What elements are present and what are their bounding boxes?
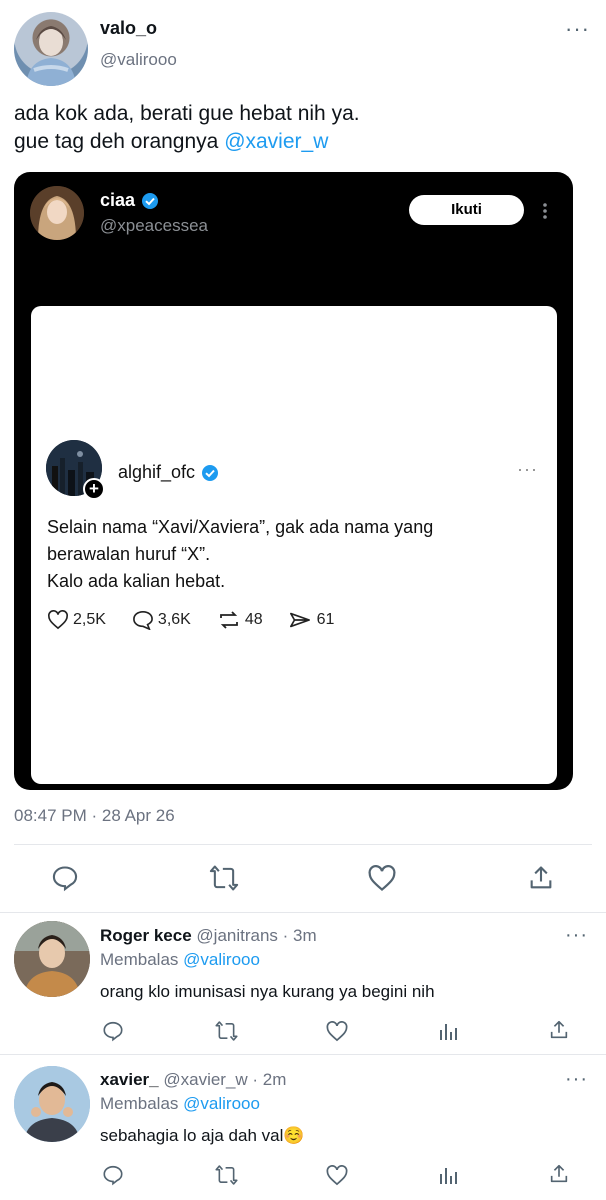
reply-share-icon[interactable] — [548, 1019, 570, 1041]
inner-text-line3: Kalo ada kalian hebat. — [47, 571, 226, 591]
reply-text-content: sebahagia lo aja dah val — [100, 1126, 284, 1145]
reply-retweet-icon[interactable] — [214, 1164, 239, 1186]
divider — [14, 844, 592, 845]
reply-retweet-icon[interactable] — [214, 1020, 239, 1042]
author-avatar[interactable] — [14, 12, 88, 86]
like-icon[interactable] — [367, 865, 397, 892]
divider — [0, 912, 606, 913]
embedded-handle: @xpeacessea — [100, 216, 208, 235]
inner-verified-icon — [201, 464, 219, 482]
inner-more-icon: ··· — [517, 459, 538, 479]
replying-to-link[interactable]: @valirooo — [183, 1094, 260, 1113]
replying-to: Membalas @valirooo — [100, 1094, 260, 1114]
reply-handle-time[interactable]: @xavier_w · 2m — [163, 1070, 286, 1089]
mention-link[interactable]: @xavier_w — [224, 130, 328, 153]
inner-actions: 2,5K 3,6K 48 61 — [47, 610, 334, 630]
inner-share-icon — [289, 610, 311, 630]
inner-text-line2: berawalan huruf “X”. — [47, 544, 211, 564]
reply-text: orang klo imunisasi nya kurang ya begini… — [100, 982, 435, 1001]
divider — [0, 1054, 606, 1055]
inner-username: alghif_ofc — [118, 462, 196, 482]
inner-comment-count: 3,6K — [157, 611, 191, 628]
reply-text: sebahagia lo aja dah val☺️ — [100, 1126, 305, 1146]
replying-to: Membalas @valirooo — [100, 950, 260, 970]
inner-repost-count: 48 — [244, 611, 263, 628]
tweet-text-line2: gue tag deh orangnya @xavier_w — [14, 128, 594, 156]
more-options-icon[interactable]: ··· — [565, 18, 590, 40]
tweet-text-line2-prefix: gue tag deh orangnya — [14, 130, 225, 153]
share-icon[interactable] — [527, 864, 555, 892]
reply-avatar[interactable] — [14, 1066, 90, 1142]
reply-like-icon[interactable] — [325, 1165, 349, 1186]
tweet-text-line1: ada kok ada, berati gue hebat nih ya. — [14, 102, 360, 125]
follow-button: Ikuti — [409, 195, 524, 225]
reply-reply-icon[interactable] — [102, 1164, 124, 1186]
tweet-text: ada kok ada, berati gue hebat nih ya. gu… — [14, 100, 594, 156]
inner-post-card: + alghif_ofc ··· Selain nama “Xavi/Xavie… — [31, 306, 557, 784]
inner-like-icon — [47, 610, 69, 630]
inner-text-line1: Selain nama “Xavi/Xaviera”, gak ada nama… — [47, 517, 434, 537]
reply-like-icon[interactable] — [325, 1021, 349, 1042]
replying-to-prefix: Membalas — [100, 950, 184, 969]
embedded-display-name: ciaa — [100, 190, 159, 211]
embedded-more-icon — [542, 202, 548, 225]
inner-repost-icon — [217, 610, 241, 630]
reply-handle-time[interactable]: @janitrans · 3m — [196, 926, 316, 945]
smiling-face-emoji: ☺️ — [283, 1126, 305, 1145]
reply-reply-icon[interactable] — [102, 1020, 124, 1042]
author-handle[interactable]: @valirooo — [100, 50, 177, 70]
embedded-media[interactable]: ciaa @xpeacessea Ikuti + alghif_ofc ··· … — [14, 172, 573, 790]
reply-analytics-icon[interactable] — [437, 1020, 459, 1042]
inner-add-icon: + — [83, 478, 105, 500]
reply-analytics-icon[interactable] — [437, 1164, 459, 1186]
inner-like-count: 2,5K — [73, 611, 106, 628]
replying-to-prefix: Membalas — [100, 1094, 184, 1113]
inner-comment-icon — [132, 610, 154, 630]
embedded-avatar — [30, 186, 84, 240]
embedded-name-text: ciaa — [100, 190, 136, 210]
reply-display-name[interactable]: Roger kece — [100, 926, 192, 945]
retweet-icon[interactable] — [208, 864, 240, 892]
reply-more-icon[interactable]: ··· — [565, 1069, 588, 1089]
reply-more-icon[interactable]: ··· — [565, 925, 588, 945]
inner-share-count: 61 — [316, 611, 335, 628]
reply-display-name[interactable]: xavier_ — [100, 1070, 159, 1089]
inner-post-text: Selain nama “Xavi/Xaviera”, gak ada nama… — [47, 514, 547, 595]
reply-share-icon[interactable] — [548, 1163, 570, 1185]
replying-to-link[interactable]: @valirooo — [183, 950, 260, 969]
verified-badge-icon — [141, 192, 159, 210]
inner-username-row: alghif_ofc — [118, 462, 219, 483]
reply-header: Roger kece @janitrans · 3m — [100, 926, 317, 946]
tweet-timestamp[interactable]: 08:47 PM · 28 Apr 26 — [14, 806, 175, 826]
author-display-name[interactable]: valo_o — [100, 18, 157, 39]
reply-avatar[interactable] — [14, 921, 90, 997]
reply-icon[interactable] — [51, 864, 79, 892]
reply-header: xavier_ @xavier_w · 2m — [100, 1070, 286, 1090]
